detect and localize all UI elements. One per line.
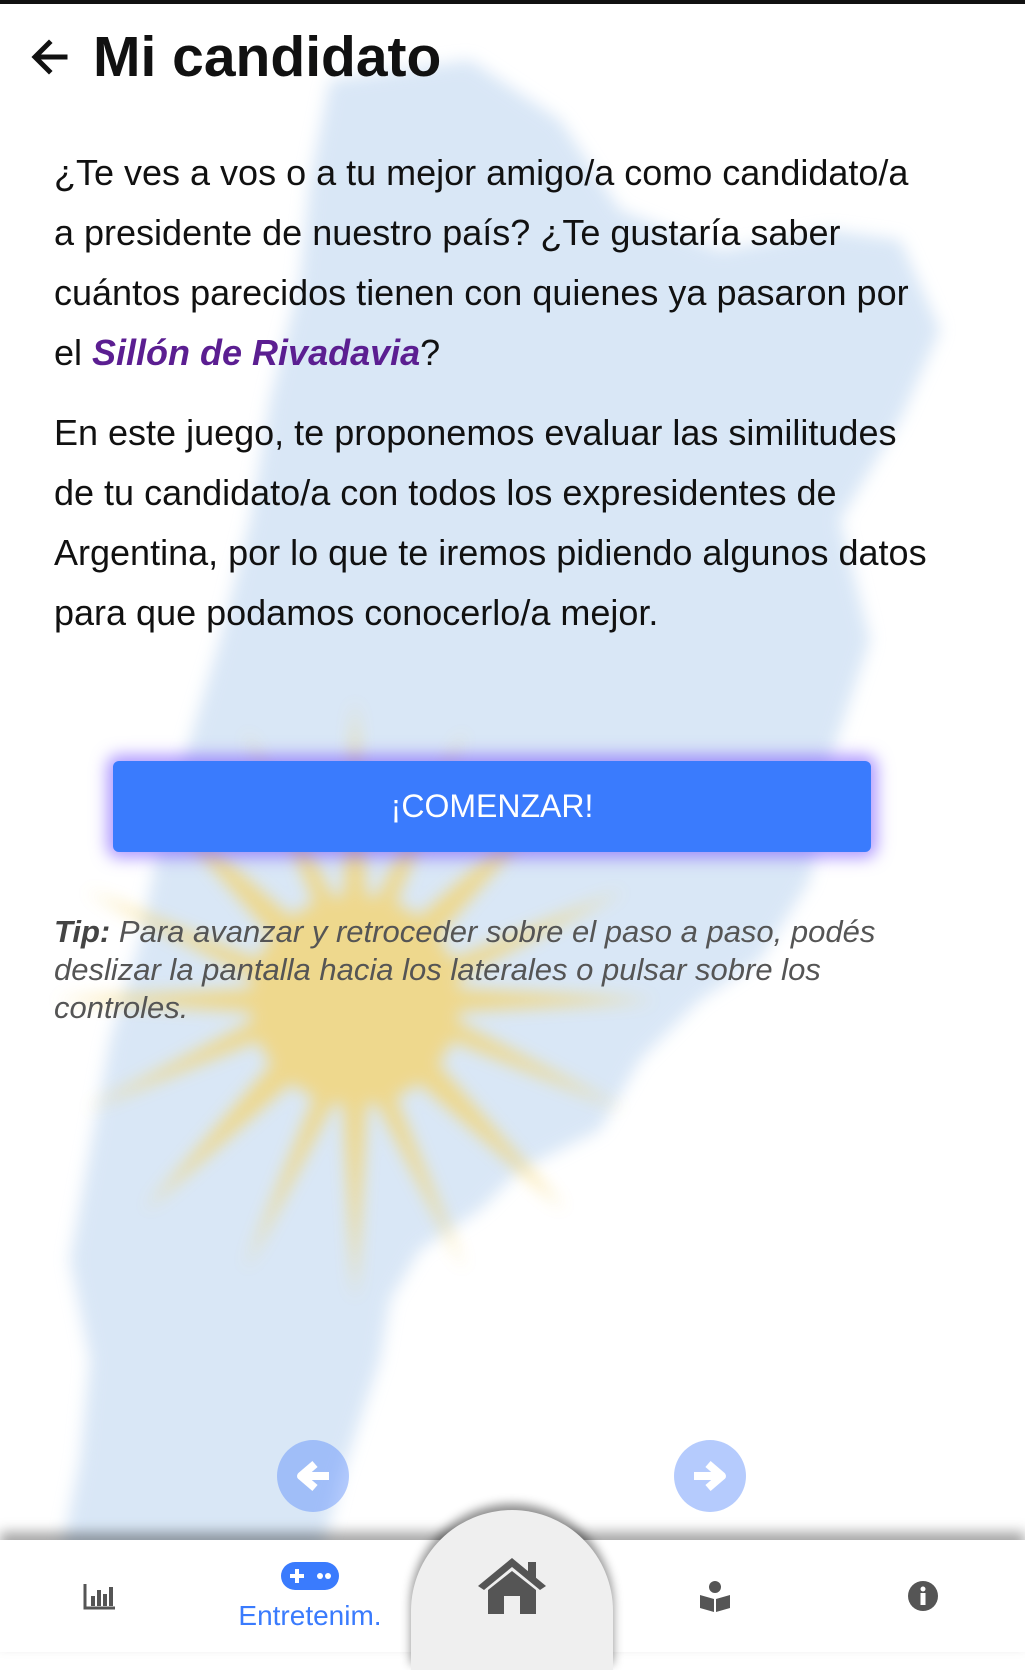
- arrow-circle-right-icon: [694, 1460, 726, 1492]
- page-title: Mi candidato: [93, 25, 442, 89]
- tip-text: Tip: Para avanzar y retroceder sobre el …: [54, 913, 924, 1027]
- info-icon: [908, 1581, 938, 1611]
- tab-info[interactable]: [873, 1540, 973, 1652]
- bar-chart-icon: [83, 1584, 115, 1610]
- start-button[interactable]: ¡COMENZAR!: [113, 761, 871, 852]
- app-header: Mi candidato: [0, 20, 1025, 100]
- tab-entertainment[interactable]: Entretenim.: [220, 1540, 400, 1652]
- intro-paragraph-1: ¿Te ves a vos o a tu mejor amigo/a como …: [54, 143, 934, 383]
- reader-book-icon: [700, 1581, 730, 1612]
- tip-label: Tip:: [54, 914, 111, 949]
- next-step-button[interactable]: [674, 1440, 746, 1512]
- intro-paragraph-2: En este juego, te proponemos evaluar las…: [54, 412, 927, 633]
- back-button[interactable]: [24, 32, 74, 82]
- arrow-circle-left-icon: [297, 1460, 329, 1492]
- prev-step-button[interactable]: [277, 1440, 349, 1512]
- arrow-left-icon: [31, 39, 68, 75]
- sillon-highlight: Sillón de Rivadavia: [92, 332, 421, 373]
- intro-text-end: ?: [420, 332, 441, 373]
- tab-reading[interactable]: [665, 1540, 765, 1652]
- intro-text: ¿Te ves a vos o a tu mejor amigo/a como …: [54, 143, 934, 663]
- tip-body: Para avanzar y retroceder sobre el paso …: [54, 914, 876, 1025]
- tab-stats[interactable]: [50, 1540, 150, 1652]
- gamepad-icon: [281, 1562, 339, 1590]
- tab-entertainment-label: Entretenim.: [238, 1600, 382, 1631]
- home-icon: [478, 1558, 546, 1614]
